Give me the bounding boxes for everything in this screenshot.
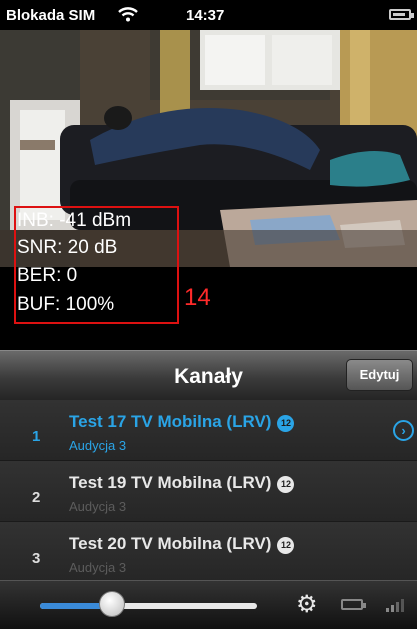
channel-name: Test 20 TV Mobilna (LRV) 12 xyxy=(69,534,295,554)
status-bar: Blokada SIM 14:37 xyxy=(0,0,417,30)
age-rating-icon: 12 xyxy=(277,537,295,554)
age-rating-icon: 12 xyxy=(277,415,295,432)
battery-icon xyxy=(389,9,414,20)
channel-number: 2 xyxy=(32,489,41,506)
carrier-name: Blokada SIM xyxy=(6,7,96,24)
inb-readout: INB: -41 dBm xyxy=(17,210,132,231)
status-time: 14:37 xyxy=(186,7,225,24)
wifi-icon xyxy=(117,4,139,28)
channel-list: 1 Test 17 TV Mobilna (LRV) 12 Audycja 3 ›… xyxy=(0,400,417,580)
channel-name: Test 17 TV Mobilna (LRV) 12 xyxy=(69,412,295,432)
battery-icon xyxy=(341,599,366,610)
channel-program: Audycja 3 xyxy=(69,438,127,453)
channel-number: 1 xyxy=(32,428,41,445)
age-rating-icon: 12 xyxy=(277,476,295,493)
channel-row[interactable]: 2 Test 19 TV Mobilna (LRV) 12 Audycja 3 xyxy=(0,461,417,522)
channel-program: Audycja 3 xyxy=(69,499,127,514)
edit-button[interactable]: Edytuj xyxy=(346,359,413,391)
volume-slider-knob[interactable] xyxy=(99,591,125,617)
volume-slider[interactable] xyxy=(40,603,257,609)
gear-icon[interactable]: ⚙ xyxy=(296,593,318,617)
channel-number: 3 xyxy=(32,550,41,567)
playback-toolbar: ⚙ xyxy=(0,580,417,629)
channel-row[interactable]: 1 Test 17 TV Mobilna (LRV) 12 Audycja 3 › xyxy=(0,400,417,461)
disclosure-chevron-icon[interactable]: › xyxy=(393,420,414,441)
snr-readout: SNR: 20 dB xyxy=(17,237,118,258)
buf-readout: BUF: 100% xyxy=(17,294,115,315)
channel-program: Audycja 3 xyxy=(69,560,127,575)
annotation-number: 14 xyxy=(184,284,211,311)
signal-icon xyxy=(386,598,410,617)
channel-name: Test 19 TV Mobilna (LRV) 12 xyxy=(69,473,295,493)
channel-row[interactable]: 3 Test 20 TV Mobilna (LRV) 12 Audycja 3 xyxy=(0,522,417,580)
channels-nav-bar: Kanały Edytuj xyxy=(0,350,417,402)
ber-readout: BER: 0 xyxy=(17,265,78,286)
